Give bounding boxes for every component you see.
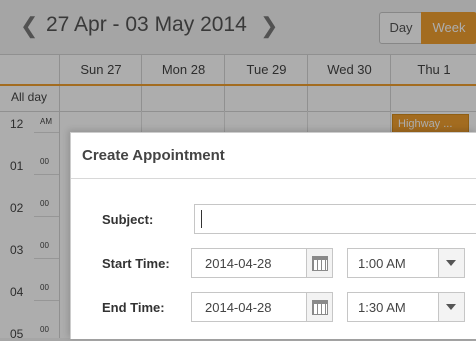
start-date-picker-button[interactable] <box>306 249 332 277</box>
end-time-label: End Time: <box>102 300 165 315</box>
start-time-value: 1:00 AM <box>358 256 406 271</box>
end-time-dropdown-button[interactable] <box>438 293 464 321</box>
chevron-down-icon <box>446 260 456 266</box>
end-time-value: 1:30 AM <box>358 300 406 315</box>
subject-input[interactable] <box>194 204 476 234</box>
end-date-value: 2014-04-28 <box>205 300 272 315</box>
create-appointment-dialog: Create Appointment Subject: Start Time: … <box>70 132 476 339</box>
start-time-label: Start Time: <box>102 256 170 271</box>
chevron-down-icon <box>446 304 456 310</box>
start-date-field[interactable]: 2014-04-28 <box>191 248 333 278</box>
start-time-dropdown[interactable]: 1:00 AM <box>347 248 465 278</box>
subject-label: Subject: <box>102 212 154 227</box>
calendar-icon <box>312 300 328 315</box>
start-time-dropdown-button[interactable] <box>438 249 464 277</box>
text-caret <box>201 210 202 228</box>
end-time-dropdown[interactable]: 1:30 AM <box>347 292 465 322</box>
dialog-divider <box>71 178 476 179</box>
start-date-value: 2014-04-28 <box>205 256 272 271</box>
end-date-picker-button[interactable] <box>306 293 332 321</box>
end-date-field[interactable]: 2014-04-28 <box>191 292 333 322</box>
calendar-icon <box>312 256 328 271</box>
dialog-title: Create Appointment <box>82 147 225 164</box>
